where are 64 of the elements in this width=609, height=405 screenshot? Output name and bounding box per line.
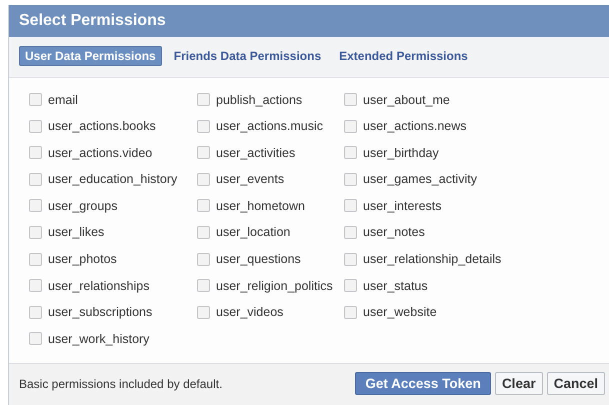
dialog-button[interactable]: Cancel	[546, 372, 605, 395]
permission-label: user_religion_politics	[216, 278, 333, 293]
checkbox[interactable]	[197, 199, 210, 212]
permission-label: user_work_history	[48, 332, 150, 346]
checkbox[interactable]	[197, 172, 210, 186]
permission-label: user_relationship_details	[363, 252, 502, 266]
permission-label: user_photos	[48, 252, 117, 266]
permission-label: user_likes	[48, 225, 104, 240]
permission-label: user_interests	[363, 198, 442, 213]
checkbox[interactable]	[197, 120, 210, 133]
permission-label: user_hometown	[216, 198, 305, 213]
permission-label: user_activities	[216, 146, 296, 160]
checkbox[interactable]	[29, 172, 42, 186]
permission-label: user_games_activity	[363, 172, 477, 186]
checkbox[interactable]	[197, 146, 210, 160]
permission-label: user_about_me	[363, 92, 450, 106]
checkbox[interactable]	[29, 252, 42, 266]
checkbox[interactable]	[344, 199, 357, 212]
dialog-button[interactable]: Clear	[494, 372, 543, 395]
checkbox[interactable]	[344, 120, 357, 133]
checkbox[interactable]	[197, 252, 210, 266]
permission-label: user_website	[363, 305, 437, 320]
checkbox[interactable]	[29, 306, 42, 319]
checkbox[interactable]	[344, 306, 357, 319]
permission-label: user_status	[363, 278, 428, 293]
checkbox[interactable]	[29, 146, 42, 160]
checkbox[interactable]	[29, 279, 42, 292]
checkbox[interactable]	[344, 226, 357, 239]
permission-label: user_videos	[216, 305, 284, 320]
checkbox[interactable]	[344, 146, 357, 160]
checkbox[interactable]	[344, 252, 357, 266]
footer-note: Basic permissions included by default.	[19, 376, 222, 390]
permission-label: user_birthday	[363, 146, 439, 160]
checkbox[interactable]	[197, 279, 210, 292]
permission-label: user_location	[216, 225, 290, 240]
permission-label: user_education_history	[48, 172, 178, 186]
checkbox[interactable]	[344, 279, 357, 292]
checkbox[interactable]	[29, 226, 42, 239]
permission-label: user_groups	[48, 198, 118, 213]
checkbox[interactable]	[344, 93, 357, 106]
permission-label: user_subscriptions	[48, 305, 152, 320]
permission-label: user_actions.news	[363, 119, 467, 134]
primary-button[interactable]: Get Access Token	[355, 372, 491, 395]
permission-label: user_actions.music	[216, 119, 323, 134]
permission-label: user_events	[216, 172, 284, 186]
checkbox[interactable]	[344, 172, 357, 186]
checkbox[interactable]	[29, 199, 42, 212]
checkbox[interactable]	[29, 332, 42, 346]
tab[interactable]: Extended Permissions	[333, 46, 474, 66]
checkbox[interactable]	[197, 306, 210, 319]
checkbox[interactable]	[197, 226, 210, 239]
permission-label: user_questions	[216, 252, 301, 266]
permission-label: user_actions.video	[48, 146, 152, 160]
tab[interactable]: User Data Permissions	[19, 46, 162, 66]
checkbox[interactable]	[29, 93, 42, 106]
checkbox[interactable]	[197, 93, 210, 106]
tab[interactable]: Friends Data Permissions	[168, 46, 328, 66]
permission-label: email	[48, 92, 78, 106]
permission-label: user_actions.books	[48, 119, 156, 134]
dialog-title: Select Permissions	[19, 12, 166, 30]
permission-label: user_relationships	[48, 278, 150, 293]
permission-label: publish_actions	[216, 92, 302, 106]
checkbox[interactable]	[29, 120, 42, 133]
permission-label: user_notes	[363, 225, 425, 240]
